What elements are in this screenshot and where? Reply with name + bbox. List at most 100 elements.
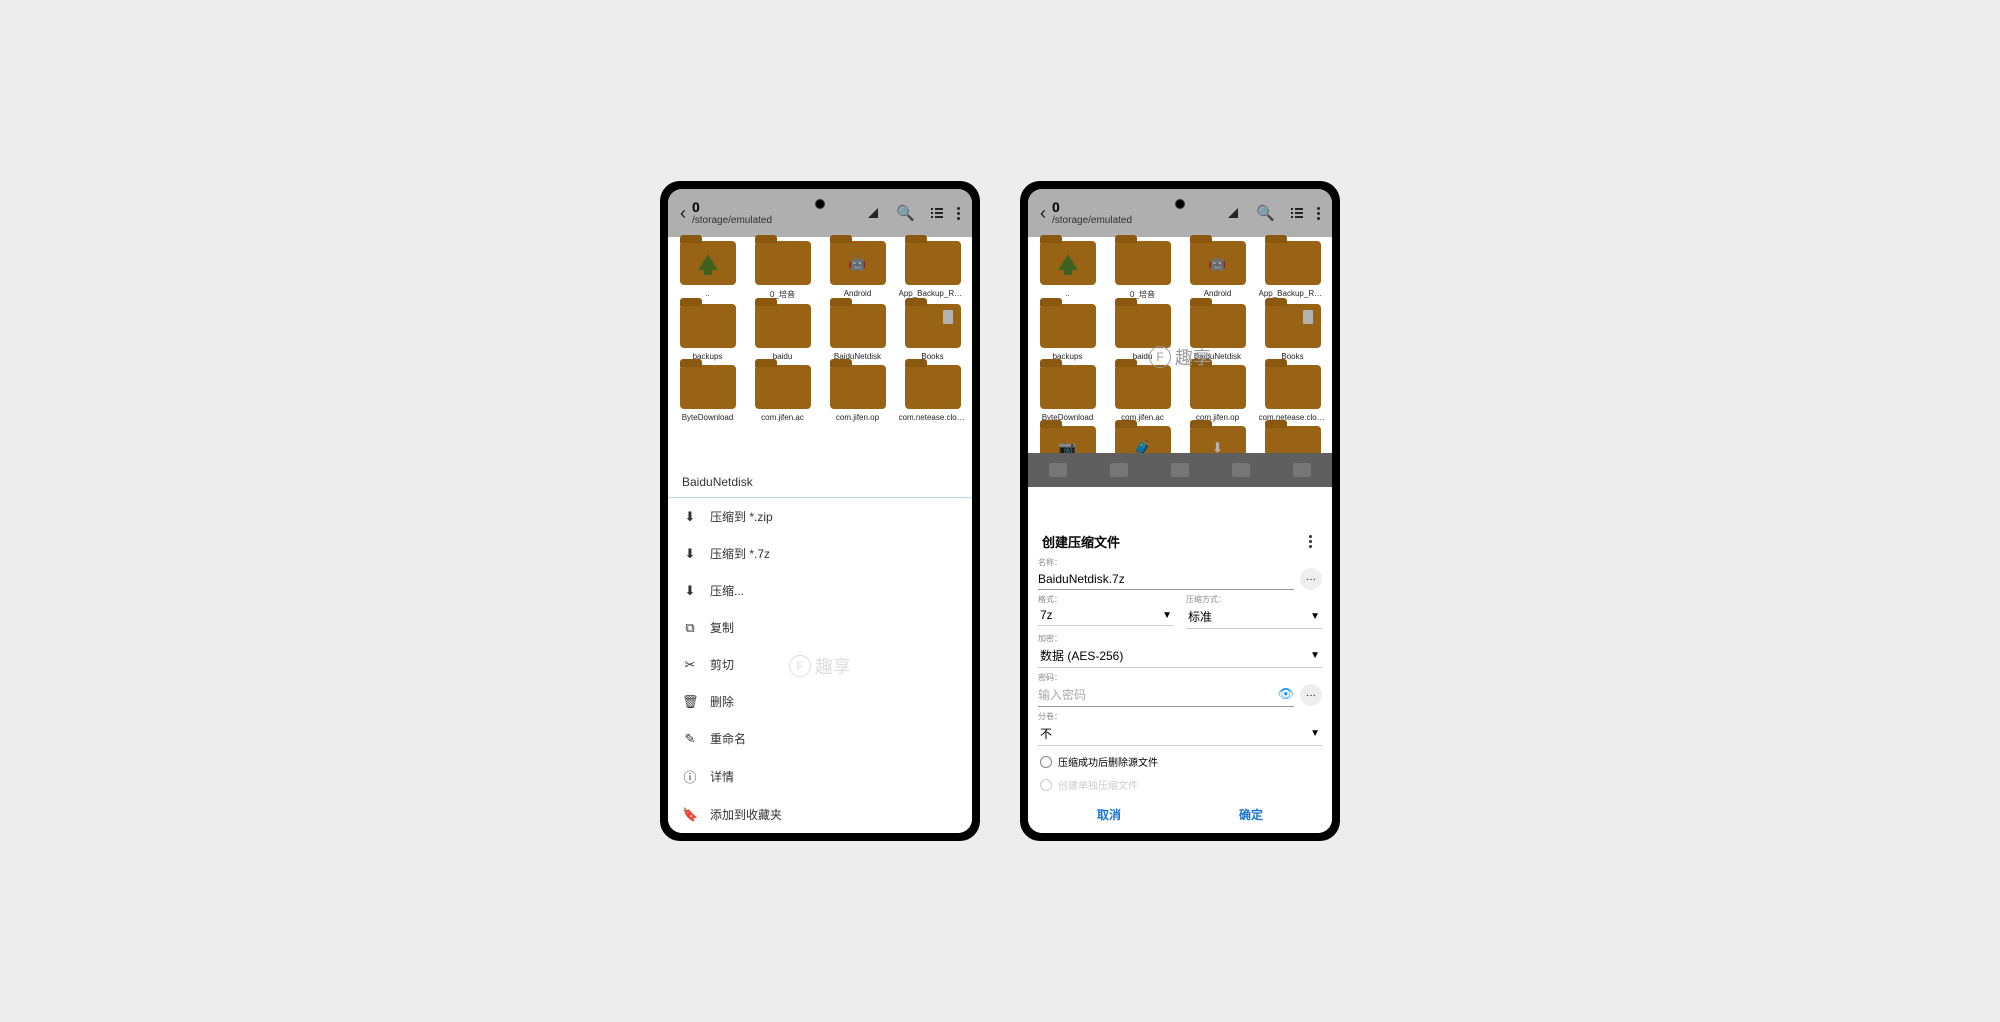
watermark: F趣享 <box>1149 344 1211 370</box>
overflow-icon[interactable] <box>957 207 960 220</box>
edit-icon: ✎ <box>682 731 698 747</box>
folder-item[interactable]: com.jifen.ac <box>747 365 818 422</box>
cut-icon: ✂ <box>682 657 698 673</box>
name-input[interactable]: BaiduNetdisk.7z <box>1038 569 1294 590</box>
search-icon[interactable]: 🔍 <box>1256 204 1275 222</box>
folder-item[interactable]: backups <box>672 304 743 361</box>
menu-item[interactable]: ⧉复制 <box>668 609 972 646</box>
folder-icon <box>830 365 886 409</box>
folder-item[interactable]: ByteDownload <box>1032 365 1103 422</box>
folder-item[interactable]: App_Backup_Restore <box>897 241 968 300</box>
folder-icon <box>1190 304 1246 348</box>
folder-icon <box>680 304 736 348</box>
folder-icon <box>905 304 961 348</box>
folder-item[interactable]: Books <box>897 304 968 361</box>
folder-icon <box>1265 304 1321 348</box>
folder-item[interactable]: 🤖Android <box>822 241 893 300</box>
info-icon: ⓘ <box>682 767 698 786</box>
folder-item[interactable]: com.jifen.op <box>822 365 893 422</box>
back-icon[interactable]: ‹ <box>1034 203 1052 224</box>
menu-item-label: 压缩到 *.7z <box>710 545 770 562</box>
folder-grid: ..0_培音🤖AndroidApp_Backup_Restorebackupsb… <box>1028 237 1332 487</box>
download-icon: ⬇ <box>682 509 698 525</box>
name-label: 名称： <box>1038 557 1322 568</box>
menu-item[interactable]: ✎ 重命名 <box>668 720 972 757</box>
menu-item[interactable]: 🗑 删除 <box>668 683 972 720</box>
menu-item[interactable]: ⬇压缩... <box>668 572 972 609</box>
cancel-button[interactable]: 取消 <box>1097 806 1121 823</box>
dialog-overflow-icon[interactable] <box>1309 535 1312 548</box>
folder-icon <box>1265 241 1321 285</box>
encrypt-dropdown[interactable]: 数据 (AES-256)▼ <box>1038 644 1322 668</box>
visibility-icon[interactable]: 👁 <box>1277 686 1294 702</box>
folder-item[interactable]: 0_培音 <box>747 241 818 300</box>
folder-icon <box>1190 365 1246 409</box>
folder-item[interactable]: 🤖 Android <box>1182 241 1253 300</box>
view-list-icon[interactable] <box>931 208 943 218</box>
menu-item[interactable]: 🔖添加到收藏夹 <box>668 796 972 833</box>
folder-item[interactable]: baidu <box>747 304 818 361</box>
menu-item-label: 重命名 <box>710 730 746 747</box>
folder-icon <box>905 365 961 409</box>
folder-item[interactable]: ByteDownload <box>672 365 743 422</box>
folder-icon <box>1115 241 1171 285</box>
view-list-icon[interactable] <box>1291 208 1303 218</box>
folder-label: com.jifen.ac <box>761 413 804 422</box>
folder-label: com.jifen.op <box>836 413 879 422</box>
context-menu-sheet: BaiduNetdisk F趣享 ⬇压缩到 *.zip⬇压缩到 *.7z⬇压缩.… <box>668 463 972 833</box>
folder-item[interactable]: 0_培音 <box>1107 241 1178 300</box>
trash-icon: 🗑 <box>682 694 698 710</box>
menu-item-label: 添加到收藏夹 <box>710 806 782 823</box>
overflow-icon[interactable] <box>1317 207 1320 220</box>
menu-item-label: 复制 <box>710 619 734 636</box>
folder-icon <box>680 365 736 409</box>
split-dropdown[interactable]: 不▼ <box>1038 722 1322 746</box>
compress-dialog: 创建压缩文件 名称： BaiduNetdisk.7z ··· 格式： 7z▼ 压… <box>1028 520 1332 833</box>
folder-item[interactable]: com.jifen.op <box>1182 365 1253 422</box>
signal-icon <box>868 208 878 218</box>
title: 0 <box>1052 200 1228 215</box>
folder-label: ByteDownload <box>682 413 734 422</box>
folder-item[interactable]: com.netease.cloudmusic <box>897 365 968 422</box>
menu-item[interactable]: ⬇ 压缩到 *.7z <box>668 535 972 572</box>
folder-item[interactable]: Books <box>1257 304 1328 361</box>
app-bar: ‹ 0 /storage/emulated 🔍 <box>668 189 972 237</box>
folder-label: App_Backup_Restore <box>1259 289 1327 298</box>
folder-icon <box>1115 365 1171 409</box>
encrypt-label: 加密： <box>1038 633 1322 644</box>
method-dropdown[interactable]: 标准▼ <box>1186 605 1322 629</box>
folder-icon <box>755 365 811 409</box>
path: /storage/emulated <box>692 215 868 226</box>
title: 0 <box>692 200 868 215</box>
folder-label: Android <box>1204 289 1232 298</box>
folder-item[interactable]: .. <box>672 241 743 300</box>
search-icon[interactable]: 🔍 <box>896 204 915 222</box>
folder-item[interactable]: App_Backup_Restore <box>1257 241 1328 300</box>
menu-item-label: 剪切 <box>710 656 734 673</box>
password-input[interactable]: 输入密码👁 <box>1038 683 1294 707</box>
confirm-button[interactable]: 确定 <box>1239 806 1263 823</box>
folder-item[interactable]: com.jifen.ac <box>1107 365 1178 422</box>
folder-item[interactable]: .. <box>1032 241 1103 300</box>
back-icon[interactable]: ‹ <box>674 203 692 224</box>
menu-item-label: 压缩... <box>710 582 744 599</box>
folder-item[interactable]: BaiduNetdisk <box>822 304 893 361</box>
menu-item[interactable]: ⓘ详情 <box>668 757 972 796</box>
folder-icon <box>830 304 886 348</box>
folder-grid: ..0_培音🤖AndroidApp_Backup_Restorebackupsb… <box>668 237 972 426</box>
folder-icon <box>1040 365 1096 409</box>
password-more-button[interactable]: ··· <box>1300 684 1322 706</box>
download-icon: ⬇ <box>682 546 698 562</box>
folder-icon: 🤖 <box>1190 241 1246 285</box>
folder-icon <box>905 241 961 285</box>
separate-checkbox: 创建单独压缩文件 <box>1038 773 1322 796</box>
menu-item[interactable]: ⬇压缩到 *.zip <box>668 498 972 535</box>
folder-item[interactable]: backups <box>1032 304 1103 361</box>
folder-item[interactable]: com.netease.cloudmusic <box>1257 365 1328 422</box>
menu-item-label: 删除 <box>710 693 734 710</box>
format-dropdown[interactable]: 7z▼ <box>1038 605 1174 626</box>
delete-after-checkbox[interactable]: 压缩成功后删除源文件 <box>1038 750 1322 773</box>
folder-icon <box>680 241 736 285</box>
path: /storage/emulated <box>1052 215 1228 226</box>
name-more-button[interactable]: ··· <box>1300 568 1322 590</box>
